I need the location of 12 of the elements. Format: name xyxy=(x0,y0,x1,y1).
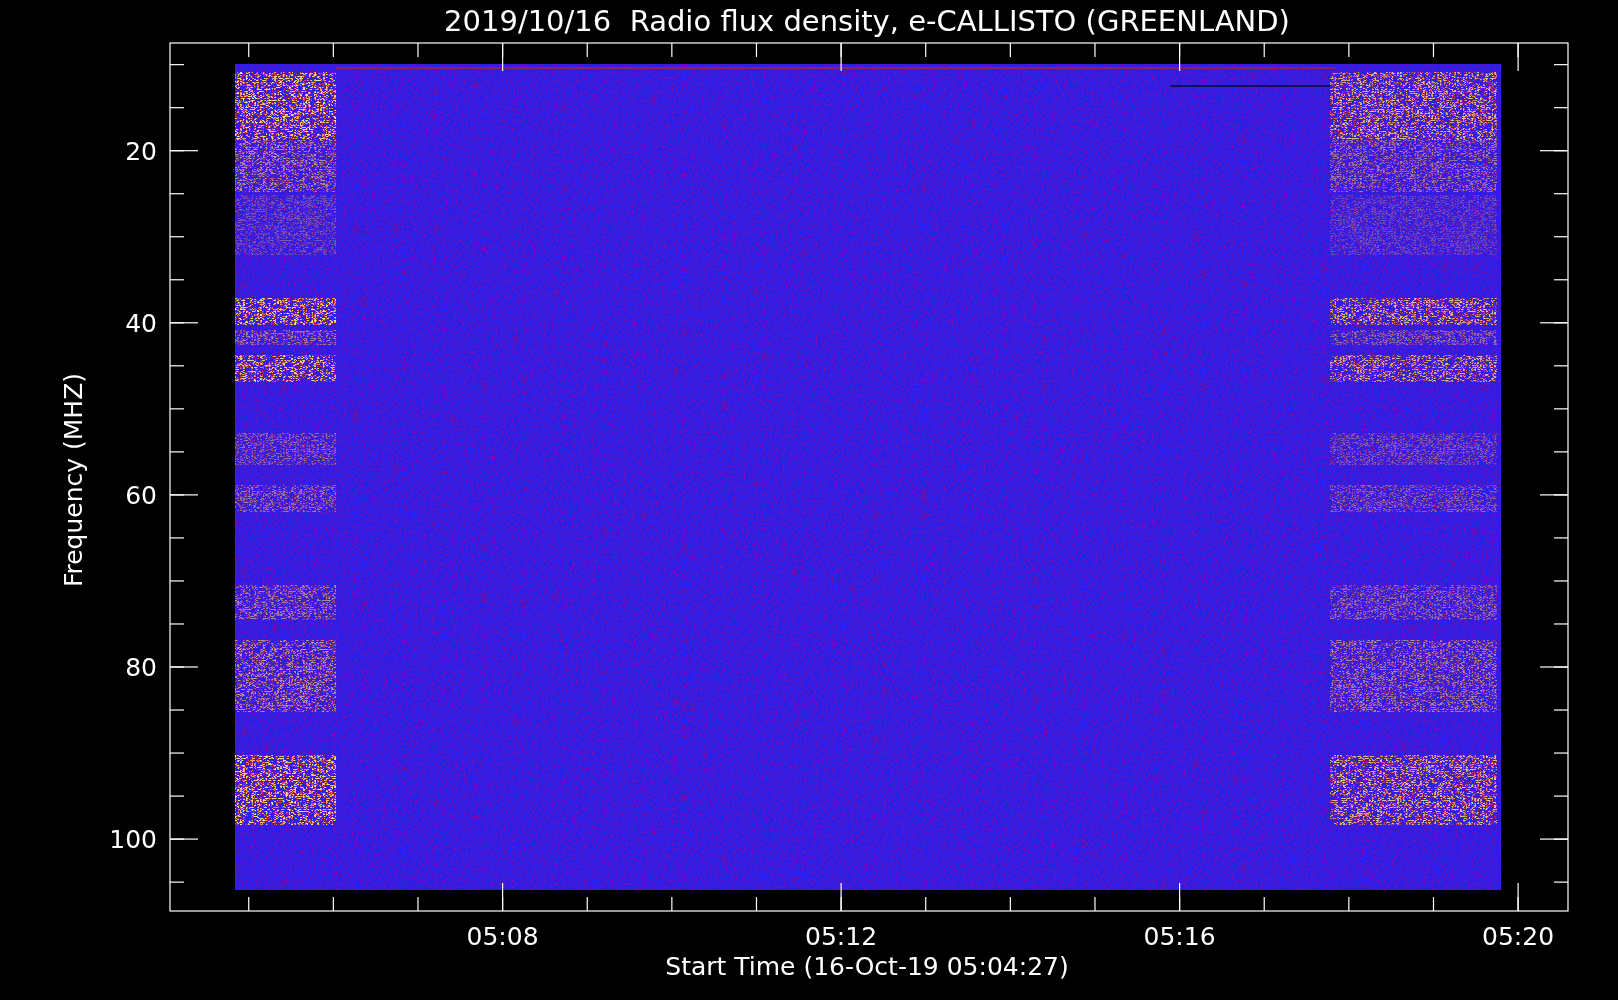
axis-tick-label: 05:20 xyxy=(1482,922,1555,951)
axis-tick-label: 20 xyxy=(125,136,157,166)
axis-tick-label: 60 xyxy=(125,480,157,510)
y-axis-label: Frequency (MHZ) xyxy=(59,372,88,588)
axis-tick-label: 05:12 xyxy=(805,922,878,951)
axis-tick-label: 05:08 xyxy=(466,922,539,951)
axis-tick-label: 100 xyxy=(109,825,157,855)
axis-tick-label: 40 xyxy=(125,308,157,338)
axis-tick-label: 80 xyxy=(125,653,157,682)
chart-title: 2019/10/16 Radio flux density, e-CALLISTO (GREENLAND) xyxy=(444,4,1290,38)
x-axis-label: Start Time (16-Oct-19 05:04:27) xyxy=(665,952,1069,981)
axis-tick-label: 05:16 xyxy=(1143,922,1216,951)
